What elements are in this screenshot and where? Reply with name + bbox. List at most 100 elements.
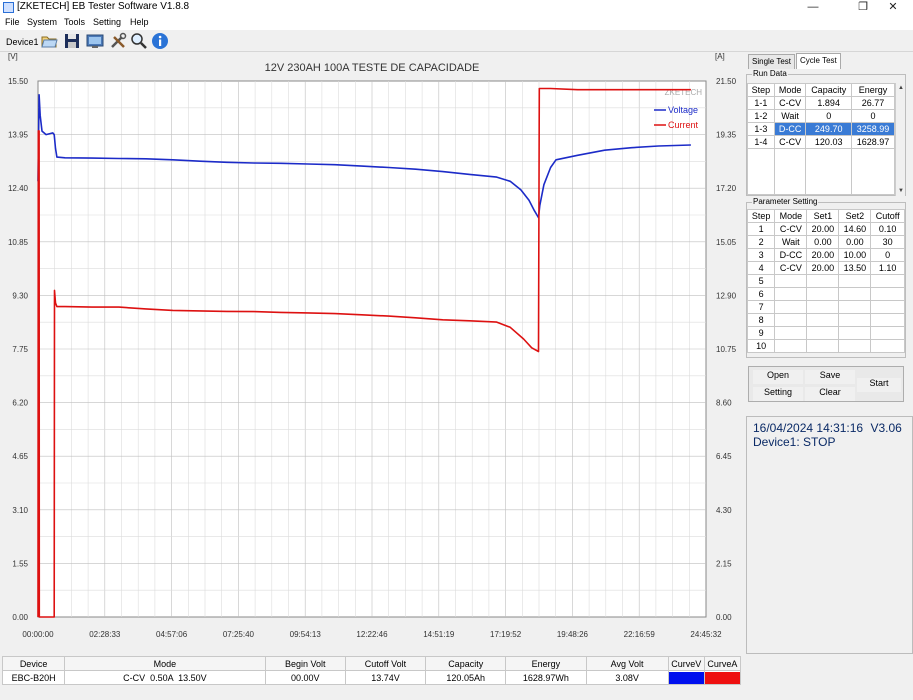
param-cell[interactable] <box>870 287 905 301</box>
table-row[interactable]: 1-4 C-CV 120.03 1628.97 <box>747 135 895 149</box>
param-cell[interactable]: 20.00 <box>806 248 840 262</box>
table-row[interactable]: 10 <box>746 339 905 353</box>
status-device-state: Device1: STOP <box>753 435 836 449</box>
close-button[interactable]: ✕ <box>873 0 913 15</box>
parameter-setting-table[interactable]: Step Mode Set1 Set2 Cutoff 1 C-CV 20.00 14.… <box>746 209 905 353</box>
tools-icon[interactable] <box>109 32 127 50</box>
save-button[interactable]: Save <box>805 370 855 384</box>
open-button[interactable]: Open <box>753 370 803 384</box>
param-cell[interactable]: 13.50 <box>838 261 872 275</box>
param-cell[interactable] <box>806 339 840 353</box>
param-cell[interactable]: 20.00 <box>806 222 840 236</box>
table-row-selected[interactable]: 1-3 D-CC 249.70 3258.99 <box>747 122 895 136</box>
param-cell[interactable] <box>806 326 840 340</box>
param-cell[interactable] <box>806 274 840 288</box>
param-cell: 6 <box>746 287 776 301</box>
table-row[interactable]: 1-2 Wait 0 0 <box>747 109 895 123</box>
table-row[interactable]: 6 <box>746 287 905 301</box>
param-cell[interactable] <box>838 313 872 327</box>
table-row[interactable]: 3 D-CC 20.00 10.00 0 <box>746 248 905 262</box>
param-cell[interactable]: 30 <box>870 235 905 249</box>
param-cell[interactable]: 0.00 <box>838 235 872 249</box>
param-cell[interactable]: 14.60 <box>838 222 872 236</box>
setting-button[interactable]: Setting <box>753 387 803 401</box>
x-tick-label: 00:00:00 <box>22 630 54 639</box>
menu-system[interactable]: System <box>27 17 57 27</box>
param-cell: 4 <box>746 261 776 275</box>
param-cell[interactable]: Wait <box>774 235 808 249</box>
menu-help[interactable]: Help <box>130 17 149 27</box>
param-cell[interactable]: 0 <box>870 248 905 262</box>
param-cell: 5 <box>746 274 776 288</box>
param-cell[interactable] <box>774 287 808 301</box>
open-folder-icon[interactable] <box>40 32 58 50</box>
param-cell[interactable]: C-CV <box>774 261 808 275</box>
param-cell[interactable]: 10.00 <box>838 248 872 262</box>
param-cell[interactable] <box>806 287 840 301</box>
menu-file[interactable]: File <box>5 17 20 27</box>
curve-current-color[interactable] <box>704 671 740 684</box>
table-row[interactable]: 1-1 C-CV 1.894 26.77 <box>747 96 895 110</box>
param-cell: 9 <box>746 326 776 340</box>
save-disk-icon[interactable] <box>63 32 81 50</box>
param-cell[interactable]: 1.10 <box>870 261 905 275</box>
table-row[interactable]: 1 C-CV 20.00 14.60 0.10 <box>746 222 905 236</box>
start-button[interactable]: Start <box>857 378 901 392</box>
param-cell[interactable] <box>870 300 905 314</box>
param-cell: 3 <box>746 248 776 262</box>
param-cell[interactable]: 0.10 <box>870 222 905 236</box>
param-cell[interactable] <box>838 339 872 353</box>
y-right-tick-label: 12.90 <box>716 291 737 300</box>
param-cell[interactable]: C-CV <box>774 222 808 236</box>
param-cell[interactable] <box>806 313 840 327</box>
summary-header: Energy <box>505 656 587 671</box>
menu-tools[interactable]: Tools <box>64 17 85 27</box>
param-cell[interactable] <box>774 326 808 340</box>
param-cell[interactable]: 20.00 <box>806 261 840 275</box>
monitor-icon[interactable] <box>86 32 104 50</box>
table-row[interactable]: 7 <box>746 300 905 314</box>
tab-cycle-test[interactable]: Cycle Test <box>796 53 841 69</box>
param-cell[interactable] <box>774 313 808 327</box>
param-cell[interactable] <box>774 339 808 353</box>
run-data-scrollbar[interactable]: ▲ ▼ <box>895 83 905 196</box>
param-cell[interactable] <box>838 287 872 301</box>
device-selector[interactable]: Device1 <box>6 37 39 47</box>
param-cell[interactable] <box>806 300 840 314</box>
table-row[interactable]: 5 <box>746 274 905 288</box>
status-datetime: 16/04/2024 14:31:16 <box>753 421 864 435</box>
param-cell[interactable]: D-CC <box>774 248 808 262</box>
y-left-tick-label: 7.75 <box>12 345 28 354</box>
param-header: Cutoff <box>870 209 905 223</box>
param-cell[interactable] <box>870 326 905 340</box>
table-row[interactable]: 4 C-CV 20.00 13.50 1.10 <box>746 261 905 275</box>
param-cell[interactable]: 0.00 <box>806 235 840 249</box>
param-cell[interactable] <box>838 300 872 314</box>
tab-single-test[interactable]: Single Test <box>748 54 795 69</box>
param-cell[interactable] <box>774 274 808 288</box>
zoom-icon[interactable] <box>130 32 148 50</box>
clear-button[interactable]: Clear <box>805 387 855 401</box>
param-cell[interactable] <box>870 313 905 327</box>
table-row[interactable]: 8 <box>746 313 905 327</box>
table-row[interactable]: 2 Wait 0.00 0.00 30 <box>746 235 905 249</box>
x-tick-label: 02:28:33 <box>89 630 121 639</box>
param-cell[interactable] <box>870 274 905 288</box>
param-cell[interactable] <box>838 274 872 288</box>
x-tick-label: 12:22:46 <box>356 630 388 639</box>
curve-voltage-color[interactable] <box>668 671 704 684</box>
scroll-up-icon[interactable]: ▲ <box>896 83 906 93</box>
run-data-cell: 1-1 <box>747 96 775 110</box>
summary-header: Device <box>1 656 66 671</box>
param-cell: 1 <box>746 222 776 236</box>
menu-setting[interactable]: Setting <box>93 17 121 27</box>
summary-avg-volt: 3.08V <box>585 670 669 685</box>
scroll-down-icon[interactable]: ▼ <box>896 186 906 196</box>
table-row[interactable]: 9 <box>746 326 905 340</box>
info-icon[interactable] <box>151 32 169 50</box>
param-cell[interactable] <box>870 339 905 353</box>
minimize-button[interactable]: — <box>793 0 833 15</box>
param-cell[interactable] <box>774 300 808 314</box>
param-cell[interactable] <box>838 326 872 340</box>
chart-grid <box>38 81 706 617</box>
